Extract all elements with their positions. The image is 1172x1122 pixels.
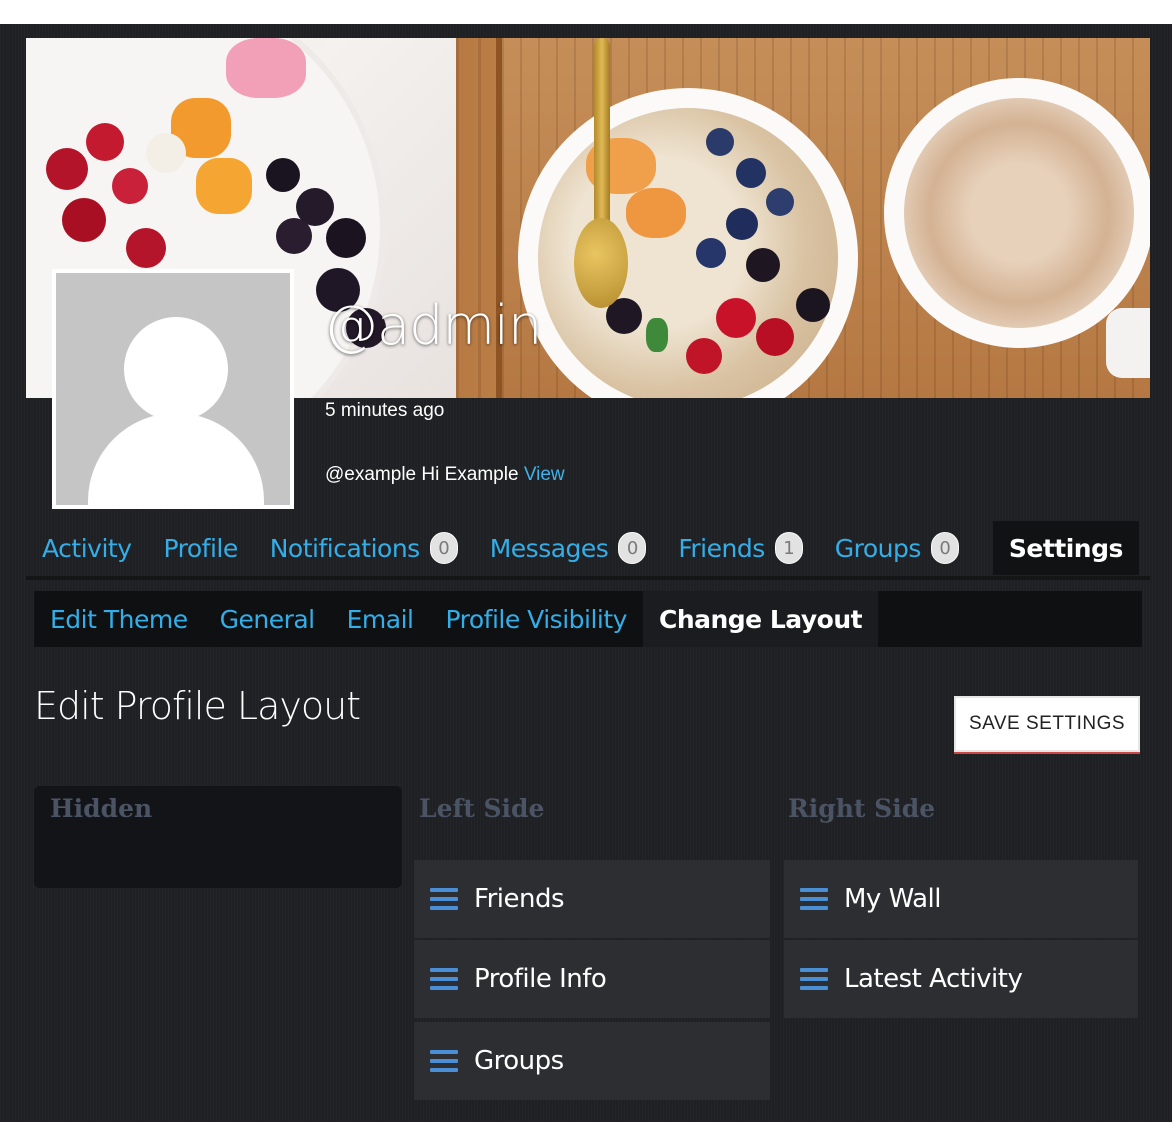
messages-count-badge: 0 xyxy=(618,532,647,564)
nav-divider xyxy=(26,576,1150,580)
layout-item-profile-info[interactable]: Profile Info xyxy=(414,940,770,1018)
layout-item-my-wall[interactable]: My Wall xyxy=(784,860,1138,938)
hidden-column-title: Hidden xyxy=(50,794,153,823)
nav-friends[interactable]: Friends 1 xyxy=(662,521,818,575)
layout-item-groups[interactable]: Groups xyxy=(414,1022,770,1100)
nav-notifications-label: Notifications xyxy=(269,533,420,563)
status-view-link[interactable]: View xyxy=(524,464,565,485)
profile-avatar[interactable] xyxy=(52,269,294,509)
drag-handle-icon[interactable] xyxy=(800,888,828,910)
status-text: @example Hi Example xyxy=(325,464,519,485)
left-column-title: Left Side xyxy=(419,794,545,823)
profile-page: @admin 5 minutes ago @example Hi Example… xyxy=(0,24,1172,1122)
groups-count-badge: 0 xyxy=(930,532,959,564)
layout-item-label: Profile Info xyxy=(474,964,607,994)
notifications-count-badge: 0 xyxy=(429,532,458,564)
layout-item-label: My Wall xyxy=(844,884,942,914)
nav-activity[interactable]: Activity xyxy=(26,521,148,575)
subnav-change-layout[interactable]: Change Layout xyxy=(642,591,879,647)
nav-profile-label: Profile xyxy=(163,533,239,563)
drag-handle-icon[interactable] xyxy=(430,1050,458,1072)
nav-groups[interactable]: Groups 0 xyxy=(819,521,975,575)
default-avatar-icon xyxy=(56,273,290,505)
page-title: Edit Profile Layout xyxy=(34,684,361,728)
nav-activity-label: Activity xyxy=(42,533,132,563)
drag-handle-icon[interactable] xyxy=(430,888,458,910)
drag-handle-icon[interactable] xyxy=(800,968,828,990)
nav-settings[interactable]: Settings xyxy=(992,521,1139,575)
layout-item-latest-activity[interactable]: Latest Activity xyxy=(784,940,1138,1018)
last-active-text: 5 minutes ago xyxy=(325,400,445,421)
layout-item-label: Groups xyxy=(474,1046,564,1076)
right-column-title: Right Side xyxy=(788,794,936,823)
latest-status: @example Hi Example View xyxy=(325,464,565,486)
profile-nav: Activity Profile Notifications 0 Message… xyxy=(26,520,1150,576)
settings-subnav: Edit Theme General Email Profile Visibil… xyxy=(34,591,1142,647)
nav-friends-label: Friends xyxy=(678,533,765,563)
subnav-edit-theme[interactable]: Edit Theme xyxy=(34,591,204,647)
nav-messages-label: Messages xyxy=(489,533,609,563)
subnav-general[interactable]: General xyxy=(204,591,331,647)
layout-item-label: Friends xyxy=(474,884,565,914)
nav-notifications[interactable]: Notifications 0 xyxy=(254,521,474,575)
nav-profile[interactable]: Profile xyxy=(148,521,254,575)
drag-handle-icon[interactable] xyxy=(430,968,458,990)
subnav-profile-visibility[interactable]: Profile Visibility xyxy=(430,591,643,647)
save-settings-button[interactable]: SAVE SETTINGS xyxy=(954,696,1140,752)
friends-count-badge: 1 xyxy=(774,532,803,564)
nav-groups-label: Groups xyxy=(834,533,922,563)
nav-messages[interactable]: Messages 0 xyxy=(474,521,663,575)
layout-item-friends[interactable]: Friends xyxy=(414,860,770,938)
subnav-email[interactable]: Email xyxy=(331,591,430,647)
nav-settings-label: Settings xyxy=(1008,533,1124,563)
profile-username: @admin xyxy=(324,294,542,357)
layout-item-label: Latest Activity xyxy=(844,964,1023,994)
